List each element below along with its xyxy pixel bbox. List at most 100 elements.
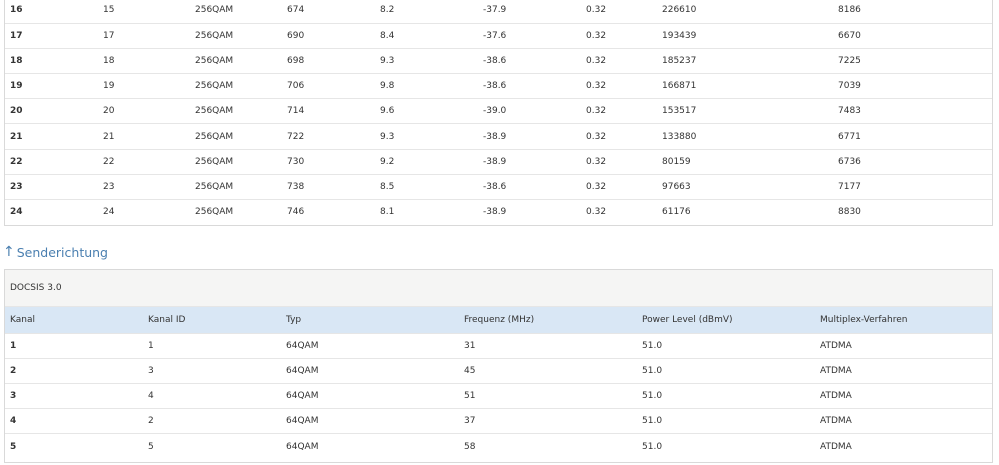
table-cell: 0.32 [581,73,657,99]
table-cell: -38.9 [478,148,581,175]
table-cell: 19 [5,73,98,99]
table-cell: 19 [98,73,190,99]
table-cell: 37 [459,408,637,434]
table-row: 18 18 256QAM 698 9.3 -38.6 0.32 185237 7225 [5,47,992,74]
table-cell: 16 [10,5,23,16]
table-cell: 6736 [833,148,992,175]
col-header-multiplex: Multiplex-Verfahren [820,314,908,325]
table-cell: 714 [282,98,375,124]
table-cell: 20 [5,98,98,124]
table-cell: 18 [5,47,98,74]
table-cell: 690 [282,22,375,49]
upstream-table-panel: DOCSIS 3.0 Kanal Kanal ID Typ Frequenz (… [4,269,993,463]
table-row: 21 21 256QAM 722 9.3 -38.9 0.32 133880 6771 [5,123,992,150]
table-cell: 64QAM [281,433,459,459]
table-row: 17 17 256QAM 690 8.4 -37.6 0.32 193439 6670 [5,22,992,49]
table-row: 2 3 64QAM 45 51.0 ATDMA [5,357,992,384]
table-cell: 18 [98,47,190,74]
downstream-table: 16 15 256QAM 674 8.2 -37.9 0.32 226610 8186 17 17 2… [5,0,992,225]
table-cell: 1 [143,332,281,359]
table-cell: 185237 [657,47,833,74]
table-cell: 24 [5,198,98,225]
table-cell: 256QAM [190,173,282,200]
table-cell: 0.32 [581,173,657,200]
table-cell: 153517 [657,98,833,124]
table-cell: 80159 [657,148,833,175]
table-cell: 0.32 [581,98,657,124]
table-cell: 8.2 [380,5,395,16]
table-cell: -37.6 [478,22,581,49]
table-cell: 698 [282,47,375,74]
col-header-power-level: Power Level (dBmV) [642,314,733,325]
table-cell: 21 [98,123,190,150]
table-cell: ATDMA [815,382,992,409]
up-arrow-icon: ↑ [3,244,15,260]
table-cell: 58 [459,433,637,459]
upstream-table: Kanal Kanal ID Typ Frequenz (MHz) Power … [5,307,992,459]
table-cell: 256QAM [190,98,282,124]
table-cell: -38.6 [478,173,581,200]
table-cell: 9.3 [375,47,478,74]
table-cell: -38.6 [478,47,581,74]
table-cell: 51.0 [637,433,815,459]
table-cell: 0.32 [581,123,657,150]
col-header-typ: Typ [286,314,302,325]
table-cell: 7225 [833,47,992,74]
table-cell: 9.6 [375,98,478,124]
table-cell: 8186 [838,5,861,16]
table-cell: 51 [459,382,637,409]
table-row: 5 5 64QAM 58 51.0 ATDMA [5,433,992,459]
table-cell: 7039 [833,73,992,99]
table-row: 1 1 64QAM 31 51.0 ATDMA [5,332,992,359]
table-cell: 256QAM [190,47,282,74]
table-cell: 0.32 [581,47,657,74]
table-cell: 24 [98,198,190,225]
table-row: 22 22 256QAM 730 9.2 -38.9 0.32 80159 6736 [5,148,992,175]
table-row: 23 23 256QAM 738 8.5 -38.6 0.32 97663 7177 [5,173,992,200]
table-cell: 5 [5,433,143,459]
table-cell: 61176 [657,198,833,225]
table-cell: 8.5 [375,173,478,200]
table-cell: 166871 [657,73,833,99]
table-cell: 5 [143,433,281,459]
table-cell: 730 [282,148,375,175]
table-cell: 64QAM [281,332,459,359]
table-cell: 6771 [833,123,992,150]
table-row: 24 24 256QAM 746 8.1 -38.9 0.32 61176 8830 [5,198,992,225]
table-row: 16 15 256QAM 674 8.2 -37.9 0.32 226610 8186 [5,0,992,23]
table-cell: 51.0 [637,357,815,384]
table-cell: ATDMA [815,332,992,359]
table-cell: 51.0 [637,408,815,434]
table-cell: ATDMA [815,408,992,434]
table-row: 19 19 256QAM 706 9.8 -38.6 0.32 166871 7039 [5,73,992,99]
table-cell: 256QAM [190,73,282,99]
table-cell: 0.32 [581,22,657,49]
table-cell: 4 [5,408,143,434]
table-cell: 746 [282,198,375,225]
table-cell: 722 [282,123,375,150]
downstream-table-panel: 16 15 256QAM 674 8.2 -37.9 0.32 226610 8186 17 17 2… [4,0,993,226]
table-cell: 9.8 [375,73,478,99]
upstream-heading: ↑ Senderichtung [3,243,108,261]
table-cell: 15 [103,5,115,16]
upstream-header-row: Kanal Kanal ID Typ Frequenz (MHz) Power … [5,307,992,333]
table-cell: 31 [459,332,637,359]
table-cell: 674 [287,5,305,16]
table-cell: -38.9 [478,123,581,150]
table-cell: 8.1 [375,198,478,225]
table-cell: 6670 [833,22,992,49]
table-cell: 738 [282,173,375,200]
table-cell: 45 [459,357,637,384]
table-cell: 8830 [833,198,992,225]
table-cell: 17 [98,22,190,49]
table-cell: 256QAM [190,148,282,175]
table-cell: ATDMA [815,433,992,459]
table-cell: ATDMA [815,357,992,384]
table-row: 4 2 64QAM 37 51.0 ATDMA [5,408,992,434]
docsis-section-title: DOCSIS 3.0 [5,270,992,307]
table-cell: -37.9 [483,5,507,16]
table-cell: 0.32 [586,5,607,16]
col-header-kanal: Kanal [10,314,35,325]
table-cell: 0.32 [581,148,657,175]
table-cell: 64QAM [281,382,459,409]
